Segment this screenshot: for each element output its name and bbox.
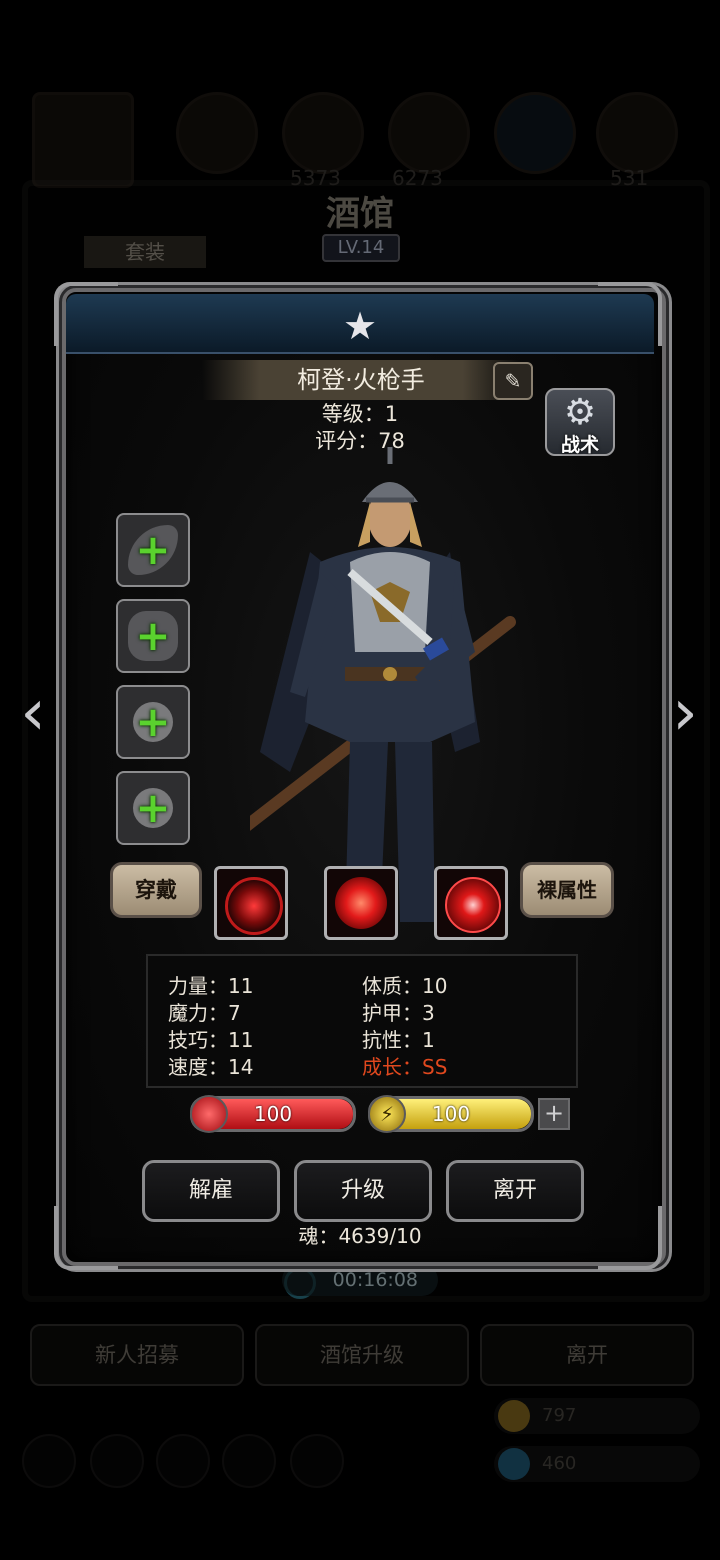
add-equipment-icon: + <box>135 783 171 832</box>
accessory-slot[interactable]: + <box>116 771 190 845</box>
add-energy-button[interactable]: + <box>538 1098 570 1130</box>
stat-skill: 技巧：11 <box>168 1028 254 1052</box>
tavern-leave-button[interactable]: 离开 <box>480 1324 694 1386</box>
tab-set[interactable]: 套装 <box>84 236 206 268</box>
menu-icon-2[interactable] <box>90 1434 144 1488</box>
rank-star-icon: ★ <box>342 304 378 348</box>
tavern-title: 酒馆 <box>326 194 394 234</box>
target-skill-icon <box>445 877 501 933</box>
edit-icon: ✎ <box>504 369 522 393</box>
stat-strength: 力量：11 <box>168 974 254 998</box>
menu-icon-1[interactable] <box>22 1434 76 1488</box>
crystal-resource-icon <box>494 92 576 174</box>
ring-slot[interactable]: + <box>116 685 190 759</box>
stone-resource-icon <box>388 92 470 174</box>
stat-growth: 成长：SS <box>362 1055 448 1079</box>
previous-hero-arrow-icon[interactable]: ‹ <box>8 680 58 746</box>
rename-button[interactable]: ✎ <box>493 362 533 400</box>
wear-button[interactable]: 穿戴 <box>110 862 202 918</box>
stat-resistance: 抗性：1 <box>362 1028 435 1052</box>
hero-name: 柯登·火枪手 <box>202 360 520 400</box>
gold-coin-icon <box>498 1400 530 1432</box>
add-equipment-icon: + <box>135 697 171 746</box>
soul-cost: 魂：4639/10 <box>298 1224 422 1248</box>
menu-icon-4[interactable] <box>222 1434 276 1488</box>
menu-icon-5[interactable] <box>290 1434 344 1488</box>
leave-button[interactable]: 离开 <box>446 1160 584 1222</box>
stat-magic: 魔力：7 <box>168 1001 241 1025</box>
tactics-label: 战术 <box>560 434 599 456</box>
next-hero-arrow-icon[interactable]: › <box>660 680 710 746</box>
vortex-skill-icon <box>335 877 387 929</box>
menu-icon-3[interactable] <box>156 1434 210 1488</box>
tavern-level-badge: LV.14 <box>322 234 400 262</box>
ore-resource-icon <box>282 92 364 174</box>
recruit-button[interactable]: 新人招募 <box>30 1324 244 1386</box>
tactics-button[interactable]: ⚙ 战术 <box>545 388 615 456</box>
add-equipment-icon: + <box>135 611 171 660</box>
skill-slot-3[interactable] <box>434 866 508 940</box>
gear-icon: ⚙ <box>563 392 597 433</box>
add-equipment-icon: + <box>135 525 171 574</box>
corner-ornament-tr <box>598 282 662 346</box>
skill-slot-2[interactable] <box>324 866 398 940</box>
stat-constitution: 体质：10 <box>362 974 448 998</box>
corner-ornament-tl <box>54 282 118 346</box>
bare-attributes-button[interactable]: 裸属性 <box>520 862 614 918</box>
gem-icon <box>498 1448 530 1480</box>
heart-icon <box>190 1095 228 1133</box>
lightning-icon: ⚡ <box>368 1095 406 1133</box>
skill-slot-1[interactable] <box>214 866 288 940</box>
dismiss-button[interactable]: 解雇 <box>142 1160 280 1222</box>
refresh-timer: 00:16:08 <box>282 1264 438 1296</box>
tavern-upgrade-button[interactable]: 酒馆升级 <box>255 1324 469 1386</box>
weapon-slot[interactable]: + <box>116 513 190 587</box>
armor-slot[interactable]: + <box>116 599 190 673</box>
iron-resource-icon <box>596 92 678 174</box>
stat-armor: 护甲：3 <box>362 1001 435 1025</box>
avatar <box>32 92 134 188</box>
crosshair-skill-icon <box>225 877 283 935</box>
wood-resource-icon <box>176 92 258 174</box>
stat-speed: 速度：14 <box>168 1055 254 1079</box>
upgrade-button[interactable]: 升级 <box>294 1160 432 1222</box>
